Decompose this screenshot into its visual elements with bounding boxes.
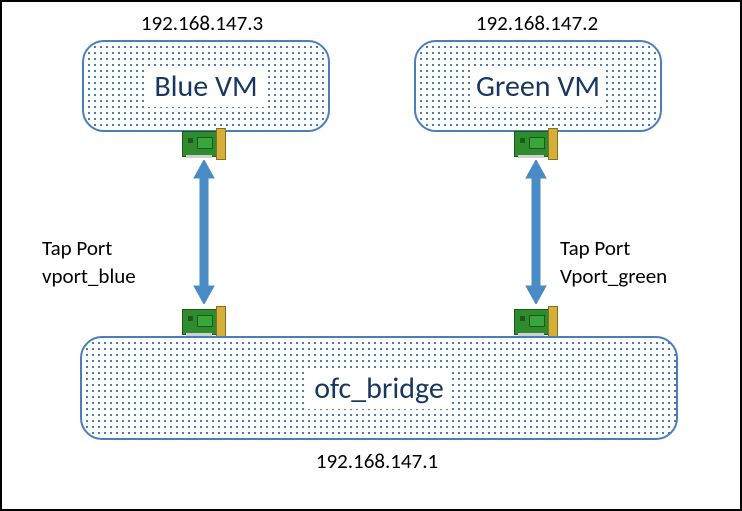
bridge-green-nic-icon: [514, 306, 558, 336]
blue-tap-label: Tap Port vport_blue: [42, 234, 136, 291]
green-link-arrow-icon: [524, 160, 548, 304]
green-vm-ip: 192.168.147.2: [437, 10, 637, 36]
blue-vm-ip: 192.168.147.3: [102, 10, 302, 36]
bridge-blue-nic-icon: [182, 306, 226, 336]
green-tap-label: Tap Port Vport_green: [560, 234, 667, 291]
blue-tap-line2: vport_blue: [42, 262, 136, 290]
green-vm-label: Green VM: [470, 66, 606, 107]
diagram-canvas: 192.168.147.3 192.168.147.2 Blue VM Gree…: [0, 0, 742, 511]
bridge-ip: 192.168.147.1: [272, 448, 482, 474]
blue-tap-line1: Tap Port: [42, 234, 136, 262]
blue-vm-label: Blue VM: [148, 66, 263, 107]
bridge-label: ofc_bridge: [306, 368, 452, 409]
green-tap-line1: Tap Port: [560, 234, 667, 262]
blue-vm-box: Blue VM: [82, 40, 330, 132]
blue-vm-nic-icon: [182, 128, 226, 158]
blue-link-arrow-icon: [192, 160, 216, 304]
bridge-box: ofc_bridge: [80, 336, 678, 440]
green-vm-nic-icon: [514, 128, 558, 158]
green-vm-box: Green VM: [414, 40, 662, 132]
green-tap-line2: Vport_green: [560, 262, 667, 290]
